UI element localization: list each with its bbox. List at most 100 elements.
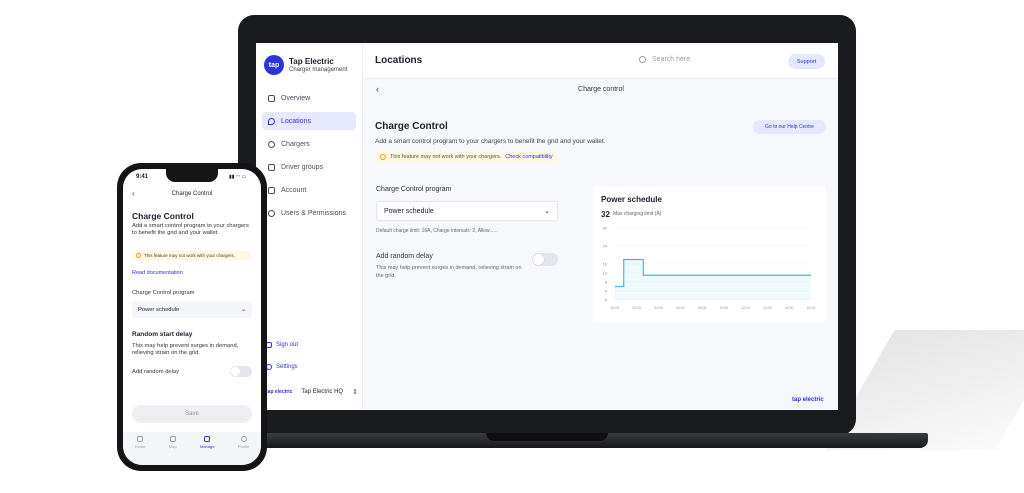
sidebar-item-driver-groups[interactable]: Driver groups bbox=[262, 158, 356, 176]
location-pin-icon bbox=[268, 117, 275, 125]
phone-random-description: This may help prevent surges in demand, … bbox=[132, 343, 239, 356]
power-schedule-card: Power schedule 32 Max charging limit (A)… bbox=[593, 186, 826, 322]
program-label: Charge Control program bbox=[376, 186, 452, 193]
x-tick-label: 12:00 bbox=[741, 306, 750, 310]
x-tick-label: 04:00 bbox=[654, 306, 663, 310]
y-tick-label: 24 bbox=[603, 244, 608, 249]
tab-map[interactable]: Map bbox=[169, 436, 177, 465]
sidebar-item-label: Users & Permissions bbox=[281, 209, 346, 217]
search-input[interactable]: Search here bbox=[639, 56, 690, 63]
sidebar-item-label: Chargers bbox=[281, 140, 310, 148]
phone-program-select[interactable]: Power schedule ⌄ bbox=[132, 301, 252, 318]
x-tick-label: 02:00 bbox=[632, 306, 641, 310]
tab-manage[interactable]: Manage bbox=[200, 436, 214, 465]
read-documentation-link[interactable]: Read documentation bbox=[132, 270, 183, 276]
tab-label: Manage bbox=[200, 444, 215, 449]
page-title: Locations bbox=[375, 55, 423, 66]
top-bar: Locations Search here Support bbox=[364, 43, 838, 79]
sub-header: ‹ Charge control bbox=[364, 79, 838, 101]
sidebar-item-chargers[interactable]: Chargers bbox=[262, 135, 356, 153]
random-delay-title: Add random delay bbox=[376, 253, 433, 260]
x-tick-label: 08:00 bbox=[698, 306, 707, 310]
user-icon bbox=[268, 209, 275, 217]
y-tick-label: 8 bbox=[605, 280, 608, 285]
phone-random-toggle[interactable] bbox=[230, 366, 252, 377]
phone-description: Add a smart control program to your char… bbox=[132, 223, 249, 236]
search-placeholder: Search here bbox=[652, 56, 691, 63]
account-card-icon bbox=[268, 186, 275, 194]
charger-icon bbox=[268, 140, 275, 148]
search-icon bbox=[639, 56, 646, 63]
phone-warning-text: This feature may not work with your char… bbox=[144, 253, 236, 258]
series-area bbox=[615, 259, 811, 300]
map-icon bbox=[169, 436, 176, 442]
phone-notch bbox=[166, 169, 218, 182]
sidebar-item-locations[interactable]: Locations bbox=[262, 112, 356, 130]
x-tick-label: 18:00 bbox=[807, 306, 816, 310]
warning-banner: This feature may not work with your char… bbox=[375, 152, 558, 162]
save-button[interactable]: Save bbox=[132, 405, 252, 423]
org-logo: tap electric bbox=[266, 389, 293, 395]
chevron-down-icon: ⌄ bbox=[544, 208, 550, 215]
users-icon bbox=[268, 163, 275, 171]
settings-link[interactable]: Settings bbox=[266, 364, 298, 370]
x-tick-label: 16:00 bbox=[785, 306, 794, 310]
help-centre-button[interactable]: Go to our Help Centre bbox=[753, 120, 826, 134]
random-delay-description: This may help prevent surges in demand, … bbox=[376, 265, 522, 279]
sidebar-item-users-permissions[interactable]: Users & Permissions bbox=[262, 204, 356, 222]
laptop-screen: tap Tap Electric Charger management Over… bbox=[256, 43, 838, 410]
x-tick-label: 14:00 bbox=[763, 306, 772, 310]
phone-program-label: Charge Control program bbox=[132, 290, 195, 296]
tap-logo-icon: tap bbox=[264, 55, 284, 75]
power-schedule-chart: 32 24 16 12 8 4 000:00 02:00 04:00 06:00 08:00 10:0… bbox=[603, 226, 816, 311]
sidebar-item-label: Account bbox=[281, 186, 307, 194]
warning-text: This feature may not work with your char… bbox=[390, 154, 502, 160]
section-title: Charge Control bbox=[375, 121, 448, 132]
brand-subtitle: Charger management bbox=[289, 66, 348, 73]
sidebar-item-overview[interactable]: Overview bbox=[262, 89, 356, 107]
sign-out-link[interactable]: Sign out bbox=[266, 342, 298, 348]
sub-header-title: Charge control bbox=[578, 86, 624, 93]
phone-screen: 9:41 ▮▮ ◠ ▭ ‹ Charge Control Charge Cont… bbox=[123, 169, 261, 465]
phone-time: 9:41 bbox=[136, 174, 149, 180]
brand[interactable]: tap Tap Electric Charger management bbox=[264, 55, 347, 75]
profile-icon bbox=[240, 436, 247, 442]
sidebar-nav: Overview Locations Chargers Driver group… bbox=[262, 89, 356, 227]
sidebar-item-label: Driver groups bbox=[281, 163, 324, 171]
default-charge-note: Default charge limit: 16A, Charge interv… bbox=[376, 228, 498, 234]
support-button[interactable]: Support bbox=[788, 54, 825, 69]
laptop-hinge-notch bbox=[486, 433, 608, 441]
main-content: Locations Search here Support ‹ Charge c… bbox=[364, 43, 838, 410]
manage-icon bbox=[204, 436, 211, 442]
brand-title: Tap Electric bbox=[289, 56, 334, 66]
phone-title: Charge Control bbox=[132, 211, 194, 221]
settings-label: Settings bbox=[276, 364, 298, 370]
tab-profile[interactable]: Profile bbox=[238, 436, 249, 465]
section-description: Add a smart control program to your char… bbox=[375, 138, 606, 145]
phone-subheader-title: Charge Control bbox=[171, 191, 213, 197]
phone-random-title: Random start delay bbox=[132, 331, 193, 338]
phone-warning-banner: This feature may not work with your char… bbox=[132, 251, 250, 260]
sidebar-item-account[interactable]: Account bbox=[262, 181, 356, 199]
tab-label: Home bbox=[134, 444, 146, 449]
home-icon bbox=[137, 436, 144, 442]
check-compatibility-link[interactable]: Check compatibility bbox=[505, 154, 552, 160]
chevron-down-icon: ⌄ bbox=[241, 306, 246, 313]
tab-home[interactable]: Home bbox=[134, 436, 146, 465]
phone-random-label: Add random delay bbox=[132, 369, 180, 375]
program-select[interactable]: Power schedule ⌄ bbox=[376, 201, 558, 221]
random-delay-toggle[interactable] bbox=[532, 253, 558, 266]
sign-out-label: Sign out bbox=[276, 342, 299, 348]
footer-logo: tap electric bbox=[792, 397, 824, 403]
bar-chart-icon bbox=[268, 94, 275, 102]
org-switcher[interactable]: tap electric Tap Electric HQ ⇕ bbox=[266, 388, 358, 396]
warning-icon bbox=[136, 253, 141, 258]
phone-status-icons: ▮▮ ◠ ▭ bbox=[229, 174, 247, 180]
tab-label: Profile bbox=[237, 444, 250, 449]
chevron-updown-icon: ⇕ bbox=[352, 389, 358, 396]
x-tick-label: 10:00 bbox=[720, 306, 729, 310]
warning-icon bbox=[380, 154, 386, 160]
x-tick-label: 00:00 bbox=[611, 306, 620, 310]
y-tick-label: 12 bbox=[603, 271, 608, 276]
y-tick-label: 0 bbox=[605, 298, 608, 303]
